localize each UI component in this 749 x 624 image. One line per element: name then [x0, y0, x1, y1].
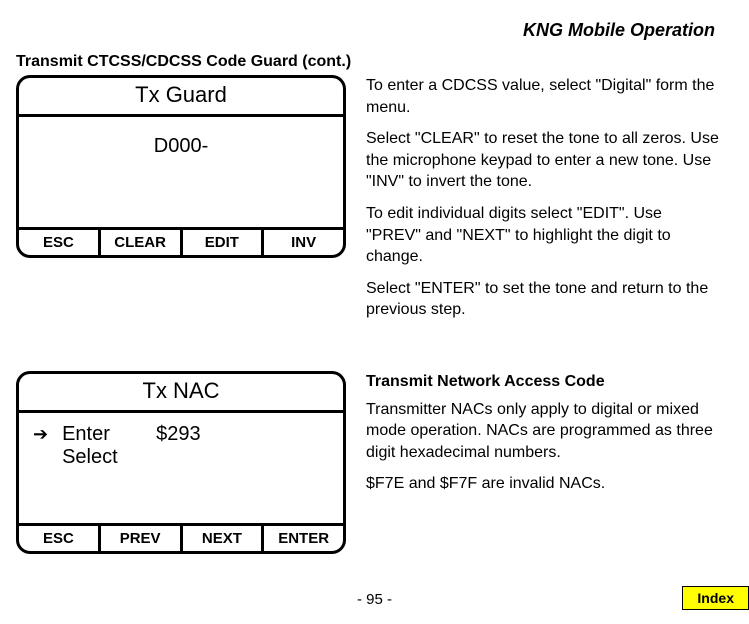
device2-line1-value: $293 — [156, 423, 201, 446]
device2-softkeys: ESC PREV NEXT ENTER — [19, 523, 343, 551]
device2-title: Tx NAC — [19, 374, 343, 413]
s1-p4: Select "ENTER" to set the tone and retur… — [366, 278, 721, 321]
tx-nac-device: Tx NAC ➔ Enter $293 ➔ Select ESC PREV NE… — [16, 371, 346, 554]
softkey2-esc[interactable]: ESC — [19, 526, 101, 551]
softkey-edit[interactable]: EDIT — [183, 230, 265, 255]
section2-heading: Transmit Network Access Code — [366, 371, 721, 393]
section2-text: Transmit Network Access Code Transmitter… — [366, 371, 721, 505]
softkey-esc[interactable]: ESC — [19, 230, 101, 255]
arrow-right-icon: ➔ — [33, 424, 48, 445]
softkey-clear[interactable]: CLEAR — [101, 230, 183, 255]
device1-value: D000- — [154, 135, 208, 157]
softkey2-enter[interactable]: ENTER — [264, 526, 343, 551]
s2-p2: $F7E and $F7F are invalid NACs. — [366, 473, 721, 495]
index-tab[interactable]: Index — [682, 586, 749, 610]
section1-row: Tx Guard D000- ESC CLEAR EDIT INV To ent… — [16, 75, 721, 331]
device1-body: D000- — [19, 117, 343, 227]
section2-row: Tx NAC ➔ Enter $293 ➔ Select ESC PREV NE… — [16, 371, 721, 554]
device2-line1-label: Enter — [62, 423, 142, 446]
s1-p3: To edit individual digits select "EDIT".… — [366, 203, 721, 268]
device1-softkeys: ESC CLEAR EDIT INV — [19, 227, 343, 255]
device1-title: Tx Guard — [19, 78, 343, 117]
s2-p1: Transmitter NACs only apply to digital o… — [366, 399, 721, 464]
softkey2-prev[interactable]: PREV — [101, 526, 183, 551]
softkey2-next[interactable]: NEXT — [183, 526, 265, 551]
section1-text: To enter a CDCSS value, select "Digital"… — [366, 75, 721, 331]
device2-line2-label: Select — [62, 446, 142, 469]
chapter-title: KNG Mobile Operation — [16, 20, 721, 41]
section1-title: Transmit CTCSS/CDCSS Code Guard (cont.) — [16, 53, 721, 71]
softkey-inv[interactable]: INV — [264, 230, 343, 255]
device2-body: ➔ Enter $293 ➔ Select — [19, 413, 343, 523]
tx-guard-device: Tx Guard D000- ESC CLEAR EDIT INV — [16, 75, 346, 258]
s1-p1: To enter a CDCSS value, select "Digital"… — [366, 75, 721, 118]
s1-p2: Select "CLEAR" to reset the tone to all … — [366, 128, 721, 193]
page-footer: - 95 - — [0, 591, 749, 608]
